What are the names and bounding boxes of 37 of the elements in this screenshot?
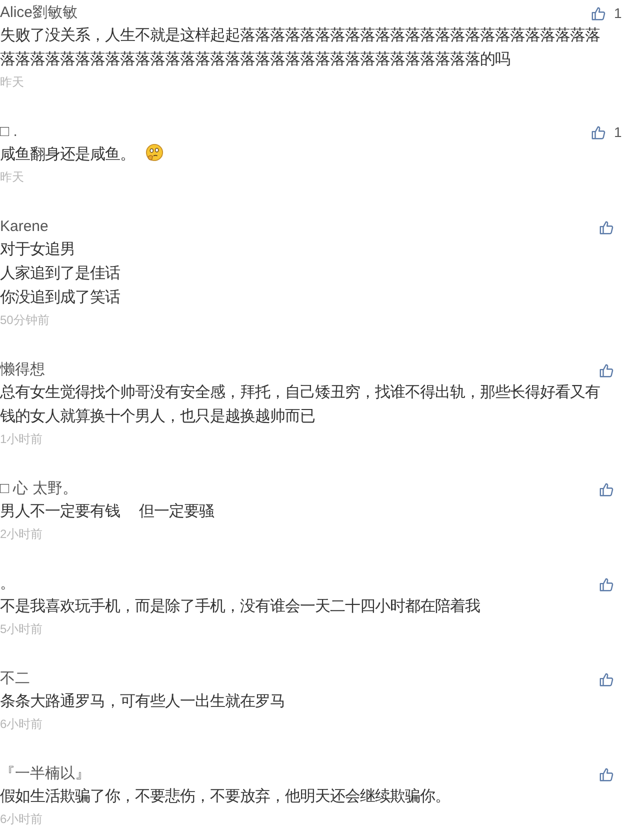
comment-time: 5小时前 (0, 622, 43, 636)
comment-text: 人家追到了是佳话 (0, 265, 120, 282)
like-count: 1 (614, 122, 622, 142)
thumbs-up-icon[interactable] (599, 672, 614, 686)
comment-text: 咸鱼翻身还是咸鱼。 (0, 146, 135, 163)
thumbs-up-icon[interactable] (591, 6, 606, 20)
thinking-face-icon (145, 143, 164, 162)
comment-text: 不是我喜欢玩手机，而是除了手机，没有谁会一天二十四小时都在陪着我 (0, 598, 480, 615)
thumbs-up-icon[interactable] (599, 766, 614, 782)
author-name: Alice劉敏敏 (0, 2, 78, 23)
thumbs-up-icon[interactable] (599, 576, 614, 592)
comment-text: 对于女追男 (0, 241, 75, 258)
comment-text: 失败了没关系，人生不就是这样起起落落落落落落落落落落落落落落落落落落落落落落落落落落落落落落落落落落落落落落落落落落落落落落落落落落落落落落落落的吗 (0, 27, 600, 68)
author-name: □ 心 太野。 (0, 478, 78, 499)
author-name: 『一半楠以』 (0, 764, 90, 784)
comment-text: 男人不一定要有钱 但一定要骚 (0, 503, 214, 520)
comment-time: 昨天 (0, 170, 24, 184)
comment-time: 昨天 (0, 75, 24, 89)
comment-time: 6小时前 (0, 717, 43, 731)
comment-text: 总有女生觉得找个帅哥没有安全感，拜托，自己矮丑穷，找谁不得出轨，那些长得好看又有钱的女人就算换十个男人，也只是越换越帅而已 (0, 384, 600, 425)
comment-text: 假如生活欺骗了你，不要悲伤，不要放弃，他明天还会继续欺骗你。 (0, 788, 450, 805)
thumbs-up-icon[interactable] (591, 124, 606, 140)
comment-time: 2小时前 (0, 527, 43, 541)
comment-text: 条条大路通罗马，可有些人一出生就在罗马 (0, 693, 285, 710)
comment-time: 1小时前 (0, 432, 43, 446)
comment-time: 50分钟前 (0, 313, 50, 327)
like-count: 1 (614, 4, 622, 22)
author-name: □ . (0, 122, 18, 142)
author-name: 不二 (0, 668, 30, 689)
thumbs-up-icon[interactable] (599, 482, 614, 496)
comment-text: 你没追到成了笑话 (0, 289, 120, 306)
comment-time: 6小时前 (0, 812, 43, 826)
author-name: 。 (0, 574, 15, 594)
thumbs-up-icon[interactable] (599, 362, 614, 378)
thumbs-up-icon[interactable] (599, 220, 614, 234)
author-name: Karene (0, 216, 48, 237)
author-name: 懒得想 (0, 360, 45, 380)
